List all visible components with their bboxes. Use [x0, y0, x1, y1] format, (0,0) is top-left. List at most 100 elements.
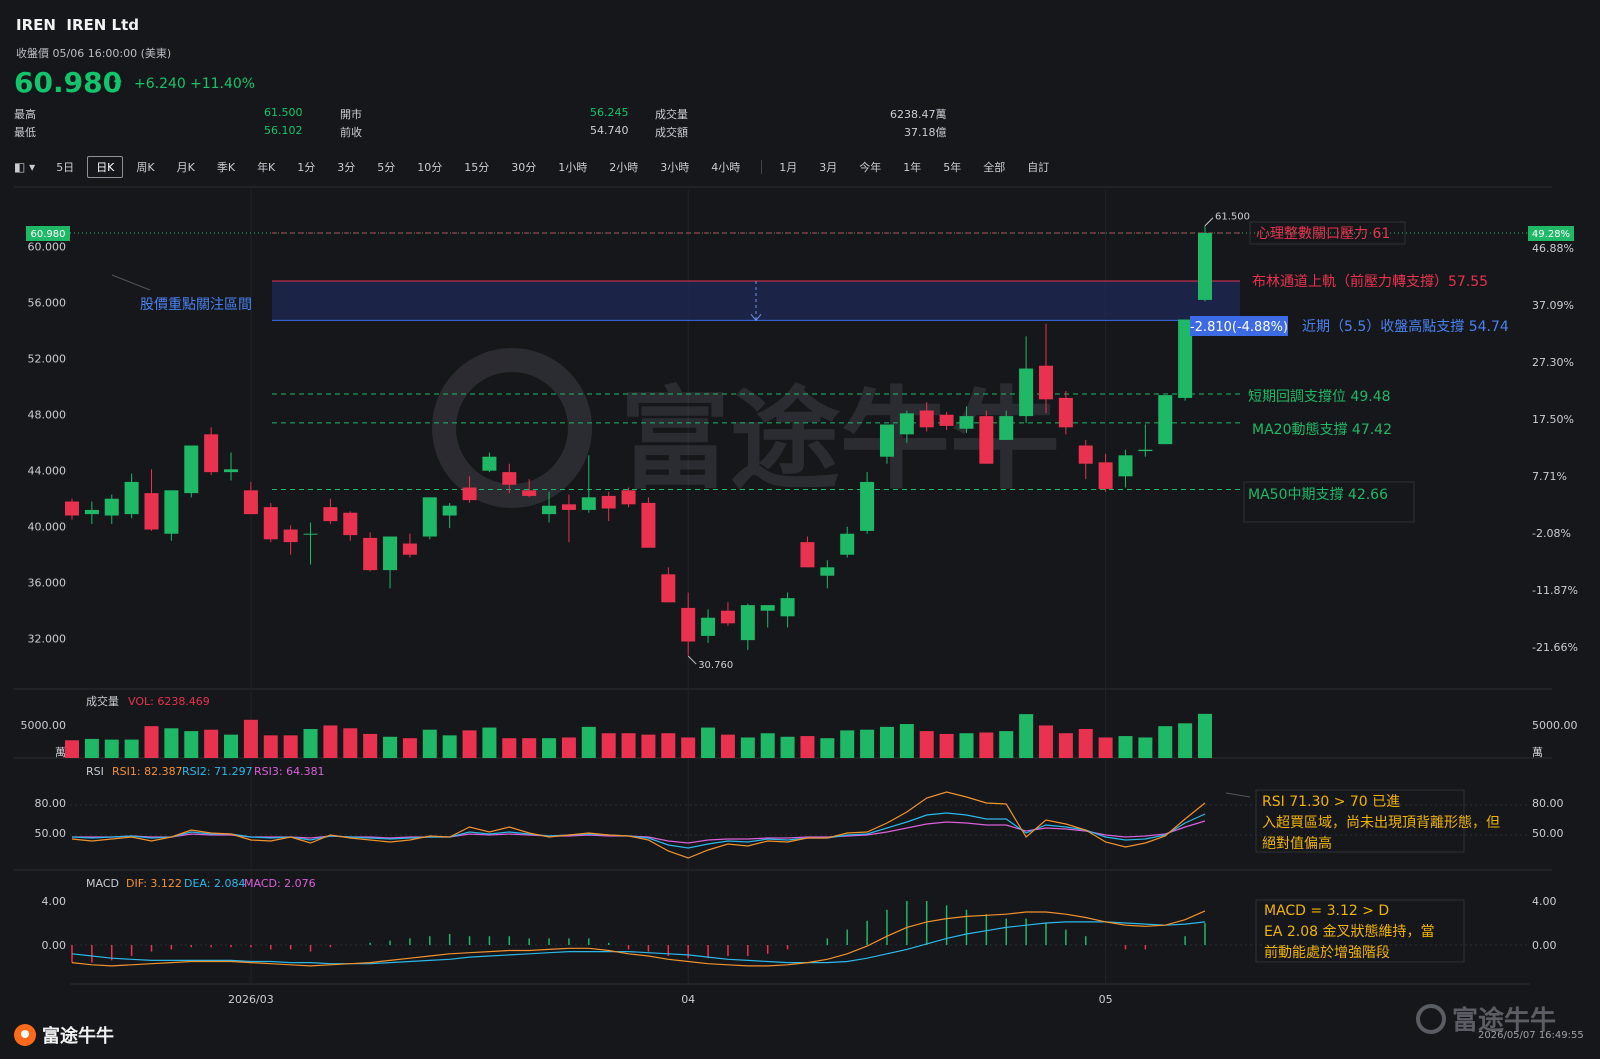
max-label: 61.500	[1215, 212, 1250, 223]
pct-tick-label-6: -2.08%	[1532, 527, 1571, 540]
zone-change-text: -2.810(-4.88%)	[1190, 320, 1288, 335]
candle-body	[800, 542, 815, 568]
volume-bar	[919, 731, 934, 758]
y-tick-label-7: 32.000	[28, 633, 67, 646]
zone-label: 股價重點關注區間	[140, 296, 252, 313]
candle-body	[641, 502, 656, 548]
pct-tick-label-5: 7.71%	[1532, 470, 1567, 483]
volume-tick-right: 5000.00	[1532, 719, 1578, 732]
volume-bar	[283, 735, 298, 758]
candle-body	[939, 414, 954, 426]
chart-watermark: 富途牛牛	[432, 348, 1060, 508]
candle-body	[899, 413, 914, 435]
volume-bar	[1058, 733, 1073, 758]
brand-logo-text: 富途牛牛	[42, 1026, 114, 1047]
volume-bar	[581, 726, 596, 758]
line4-label: 短期回調支撐位 49.48	[1248, 389, 1391, 405]
candle-body	[681, 607, 696, 642]
rsi3-line	[72, 820, 1206, 844]
x-tick-label-2: 05	[1099, 993, 1113, 1006]
candle-body	[363, 537, 378, 571]
rsi-tick-80-left: 80.00	[35, 797, 67, 810]
volume-bar	[681, 737, 696, 758]
line6-label: MA50中期支撐 42.66	[1248, 487, 1388, 503]
volume-bar	[462, 730, 477, 758]
rsi2-legend: RSI2: 71.297	[182, 765, 253, 778]
candle-body	[1058, 397, 1073, 428]
macd-note-text: MACD = 3.12 > D EA 2.08 金叉狀態維持，當前動能處於增強階段	[1264, 903, 1435, 961]
candle-body	[422, 497, 437, 537]
volume-panel-title: 成交量	[86, 694, 119, 708]
candle-body	[1138, 449, 1153, 452]
candle-body	[780, 598, 795, 617]
volume-bar	[959, 733, 974, 758]
volume-bar	[999, 731, 1014, 758]
candle-body	[561, 504, 576, 510]
max-label-leader	[1204, 217, 1214, 227]
volume-bar	[383, 736, 398, 758]
volume-bar	[1098, 737, 1113, 758]
volume-bar	[820, 738, 835, 758]
volume-bar	[442, 735, 457, 758]
zone-label-leader	[111, 274, 151, 291]
candle-body	[661, 574, 676, 603]
candle-body	[1118, 455, 1133, 477]
volume-bar	[343, 728, 358, 758]
candle-body	[621, 490, 636, 505]
last-price-badge-text: 60.980	[31, 229, 66, 240]
candle-body	[999, 416, 1014, 440]
pct-tick-label-1: 46.88%	[1532, 242, 1574, 255]
candle-body	[243, 490, 258, 515]
y-tick-label-3: 48.000	[28, 409, 67, 422]
volume-bar	[422, 729, 437, 758]
candle-body	[184, 445, 199, 494]
watermark-logo-icon	[1416, 1003, 1446, 1034]
volume-bar	[204, 729, 219, 758]
volume-bar	[979, 732, 994, 758]
volume-bar	[800, 736, 815, 758]
candle-body	[402, 543, 417, 555]
candle-body	[1038, 365, 1053, 400]
line3-label: 近期（5.5）收盤高點支撐 54.74	[1302, 318, 1509, 335]
candle-body	[542, 505, 557, 515]
volume-bar	[224, 734, 239, 758]
rsi-tick-80-right: 80.00	[1532, 797, 1564, 810]
volume-bar	[1019, 714, 1034, 758]
volume-bar	[1178, 723, 1193, 758]
line1-label: 心理整數關口壓力 61	[1256, 226, 1390, 242]
rsi-panel-title: RSI	[86, 765, 104, 778]
volume-tick-left: 5000.00	[21, 719, 67, 732]
line5-label: MA20動態支撐 47.42	[1252, 422, 1392, 438]
y-tick-label-6: 36.000	[28, 577, 67, 590]
volume-bar	[402, 738, 417, 758]
volume-bar	[124, 739, 139, 758]
candle-body	[164, 490, 179, 534]
candle-body	[65, 501, 79, 516]
x-tick-label-1: 04	[681, 993, 695, 1006]
brand-logo-icon	[14, 1024, 36, 1046]
candle-body	[1198, 233, 1212, 300]
y-tick-label-0: 60.000	[28, 241, 67, 254]
rsi-note-leader	[1225, 792, 1251, 798]
candle-body	[323, 507, 338, 522]
last-pct-badge-text: 49.28%	[1532, 229, 1570, 240]
volume-bar	[661, 733, 676, 758]
candle-body	[760, 605, 775, 611]
volume-bar	[1158, 726, 1173, 758]
line2-label: 布林通道上軌（前壓力轉支撐）57.55	[1252, 273, 1488, 290]
volume-bar	[1038, 725, 1053, 758]
volume-bar	[939, 733, 954, 758]
macd-tick-0-left: 0.00	[42, 939, 67, 952]
volume-bar	[84, 738, 99, 758]
stock-chart[interactable]: 2026/03 04 05 富途牛牛 60.000 56.000 52.000 48.000 4…	[0, 0, 1600, 1059]
volume-unit-left: 萬	[55, 746, 66, 759]
volume-bar	[1078, 728, 1093, 758]
rsi1-legend: RSI1: 82.387	[112, 765, 183, 778]
candle-body	[959, 416, 974, 429]
volume-bar	[243, 719, 258, 758]
candle-body	[224, 469, 239, 473]
candle-body	[1078, 445, 1093, 464]
volume-bar	[701, 727, 716, 758]
macd-dif-legend: DIF: 3.122	[126, 877, 182, 890]
volume-bar	[104, 739, 119, 758]
